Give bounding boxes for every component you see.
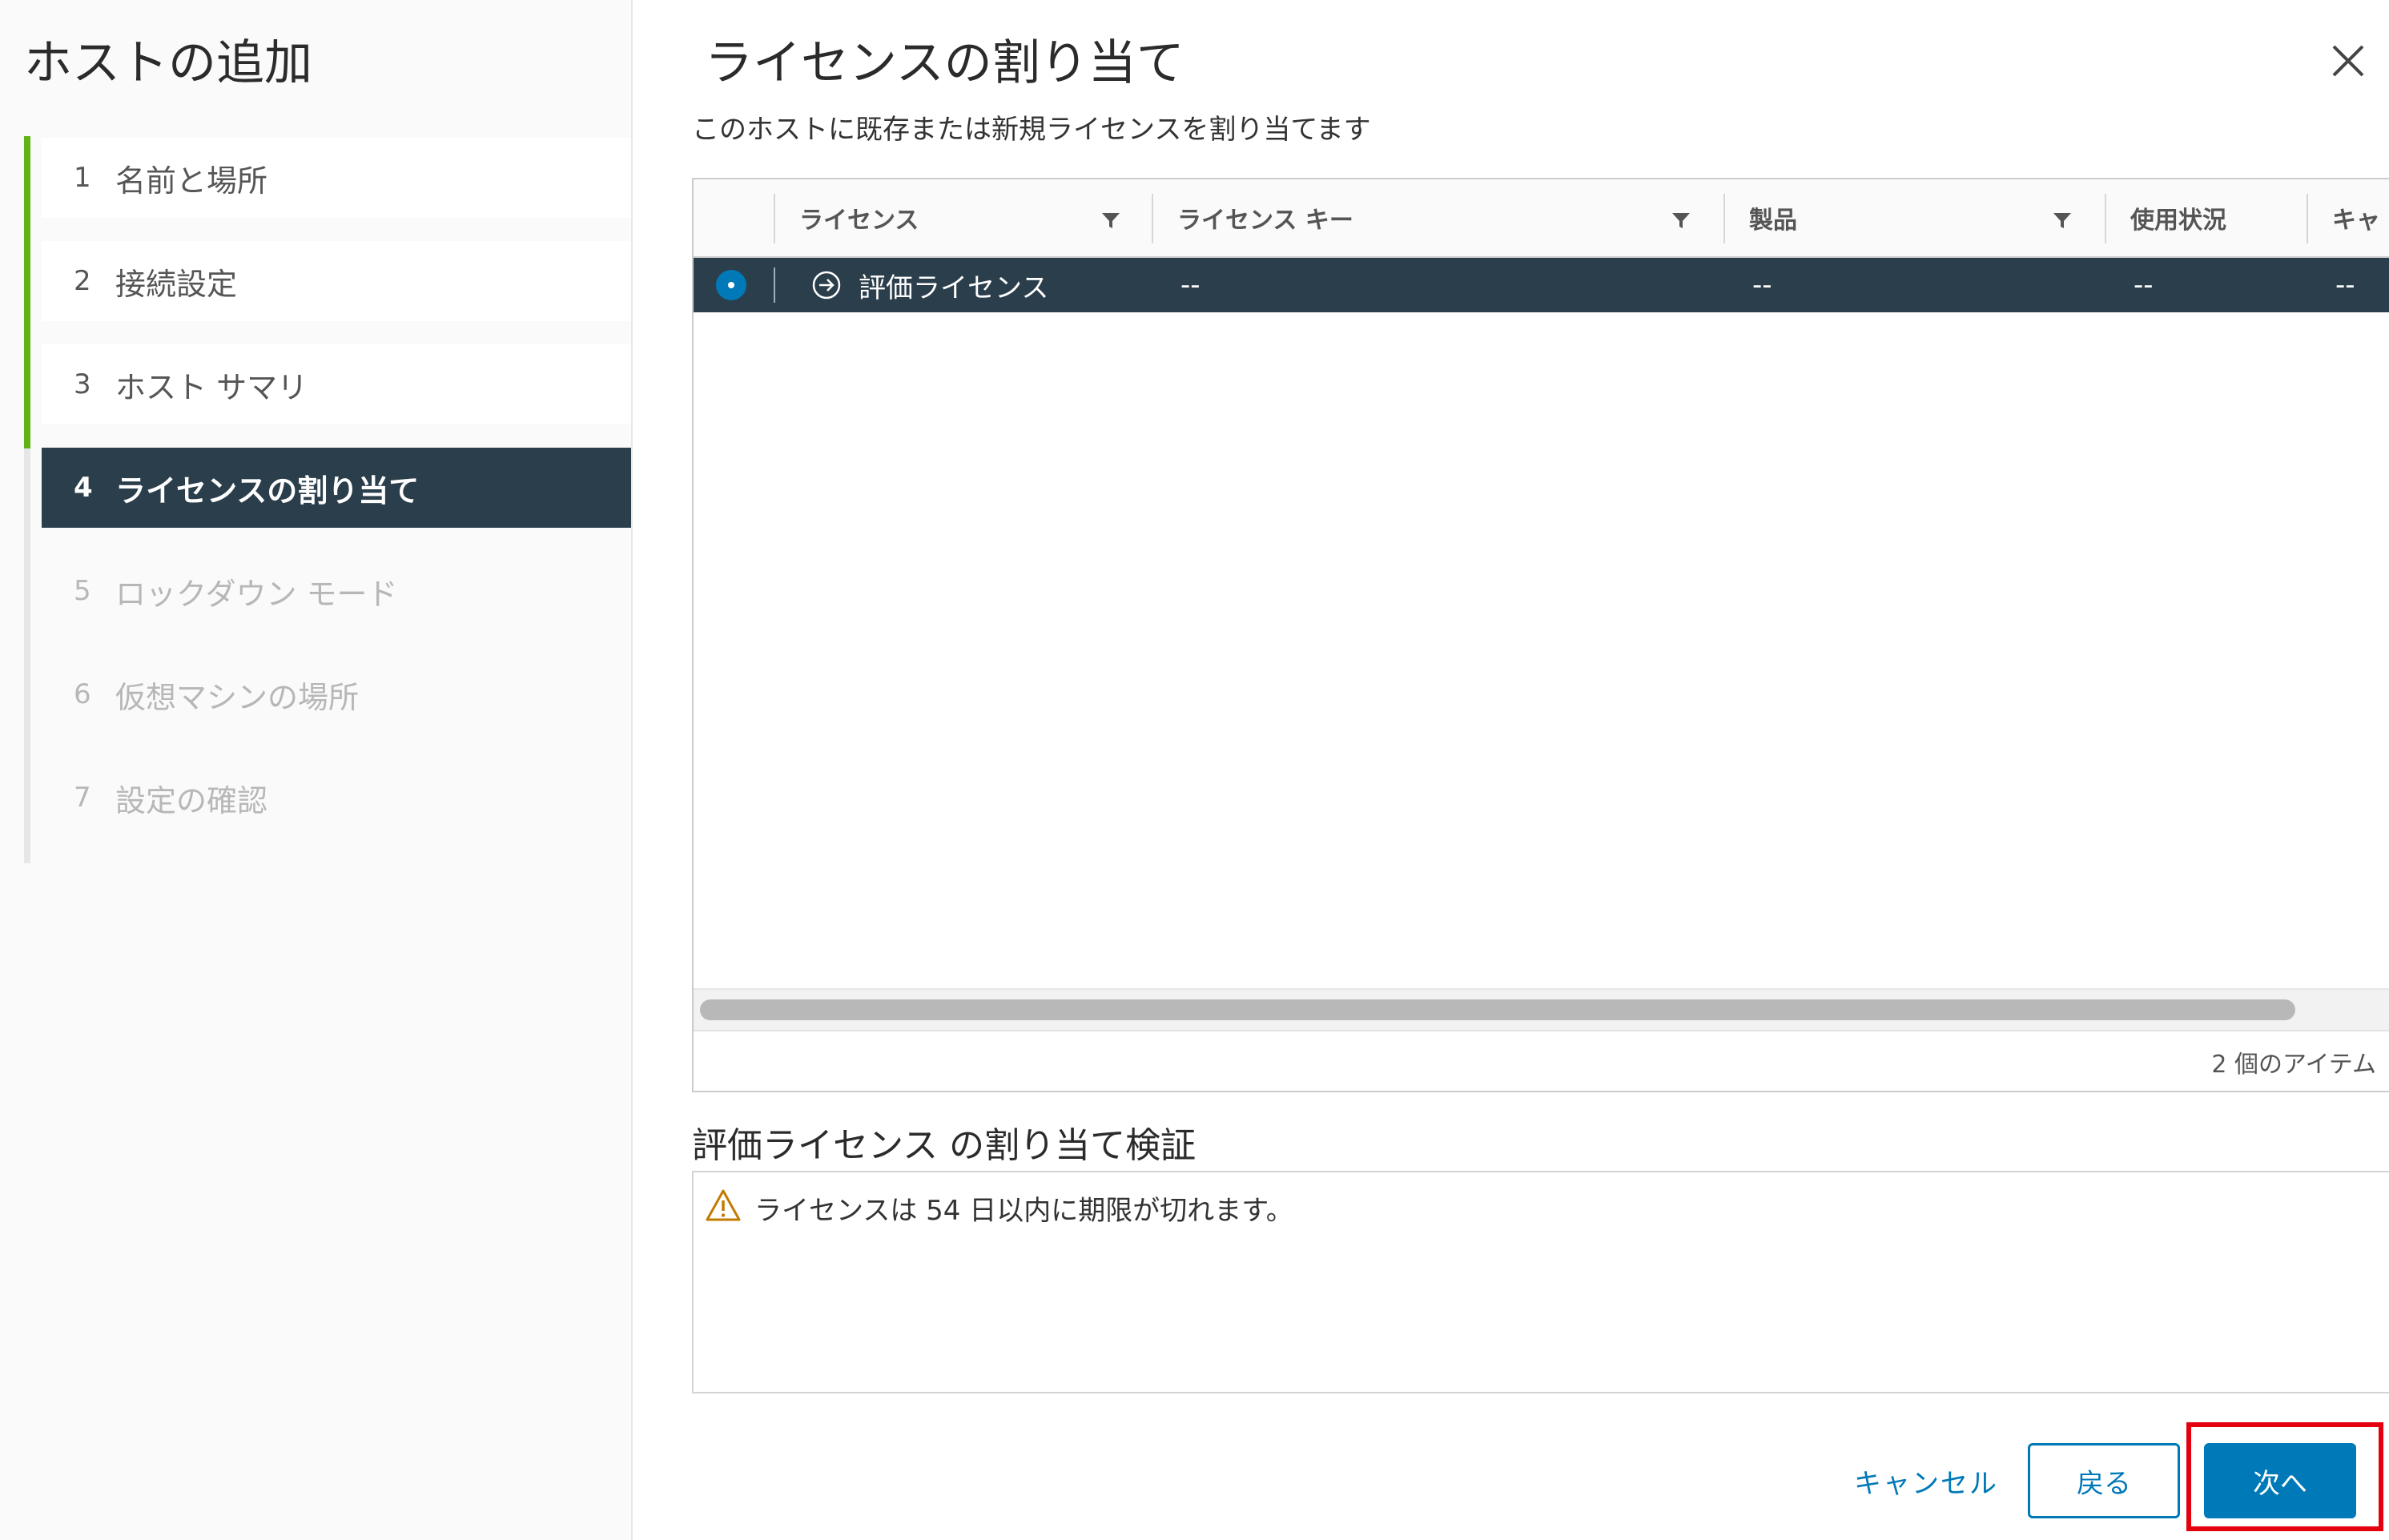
wizard-steps: 1 名前と場所 2 接続設定 3 ホスト サマリ 4 ライセンスの割り当て 5 … <box>42 138 631 861</box>
column-header-label: キャ <box>2332 207 2380 235</box>
filter-icon[interactable] <box>1100 210 1121 231</box>
cell-license-key: -- <box>1180 269 1201 301</box>
cell-capacity: -- <box>2335 269 2355 301</box>
scrollbar-thumb[interactable] <box>700 999 2295 1020</box>
grid-item-count: 2 個のアイテム <box>2211 1051 2376 1079</box>
step-number: 1 <box>74 162 91 194</box>
page-title: ライセンスの割り当て <box>705 35 1184 91</box>
next-button[interactable]: 次へ <box>2204 1443 2356 1518</box>
step-label: 設定の確認 <box>115 782 268 818</box>
cell-usage: -- <box>2134 269 2154 301</box>
step-name-location[interactable]: 1 名前と場所 <box>42 138 631 218</box>
step-host-summary[interactable]: 3 ホスト サマリ <box>42 344 631 424</box>
steps-progress-done <box>24 136 30 448</box>
step-label: ホスト サマリ <box>115 369 308 405</box>
wizard-title: ホストの追加 <box>24 35 312 91</box>
step-label: ライセンスの割り当て <box>115 472 420 509</box>
validation-message: ライセンスは 54 日以内に期限が切れます。 <box>754 1195 1293 1227</box>
row-select-radio[interactable] <box>716 270 746 300</box>
column-header-usage[interactable]: 使用状況 <box>2105 179 2307 256</box>
filter-icon[interactable] <box>2052 210 2073 231</box>
step-label: 名前と場所 <box>115 163 268 199</box>
cell-license: 評価ライセンス <box>859 271 1049 304</box>
step-number: 7 <box>74 782 91 814</box>
column-header-capacity[interactable]: キャ <box>2307 179 2389 256</box>
column-header-label: 製品 <box>1749 207 1797 235</box>
back-button[interactable]: 戻る <box>2028 1443 2180 1518</box>
warning-triangle-icon <box>706 1189 741 1221</box>
cell-product: -- <box>1752 269 1772 301</box>
step-number: 3 <box>74 368 91 400</box>
row-separator <box>774 267 775 303</box>
step-label: 接続設定 <box>115 266 238 302</box>
license-grid: ライセンス ライセンス キー 製品 使用状況 キャ 評価ライセンス -- -- … <box>692 178 2389 1092</box>
page-subtitle: このホストに既存または新規ライセンスを割り当てます <box>692 114 1371 146</box>
arrow-circle-right-icon[interactable] <box>810 269 843 301</box>
cancel-button[interactable]: キャンセル <box>1842 1443 2010 1518</box>
step-lockdown-mode: 5 ロックダウン モード <box>42 551 631 631</box>
add-host-wizard: ホストの追加 1 名前と場所 2 接続設定 3 ホスト サマリ 4 ライセンスの… <box>0 0 2389 1540</box>
close-icon[interactable] <box>2327 40 2369 82</box>
step-review-settings: 7 設定の確認 <box>42 758 631 838</box>
step-label: 仮想マシンの場所 <box>115 679 360 715</box>
column-header-label: 使用状況 <box>2130 207 2226 235</box>
column-header-license-key[interactable]: ライセンス キー <box>1152 179 1717 256</box>
step-connection-settings[interactable]: 2 接続設定 <box>42 241 631 321</box>
step-label: ロックダウン モード <box>115 576 398 612</box>
step-number: 5 <box>74 575 91 607</box>
column-header-license[interactable]: ライセンス <box>774 179 1152 256</box>
validation-panel: ライセンスは 54 日以内に期限が切れます。 <box>692 1171 2389 1393</box>
column-header-label: ライセンス キー <box>1177 207 1353 235</box>
step-number: 6 <box>74 678 91 710</box>
table-row[interactable]: 評価ライセンス -- -- -- -- <box>694 258 2389 312</box>
step-number: 4 <box>74 472 93 504</box>
filter-icon[interactable] <box>1671 210 1691 231</box>
step-vm-location: 6 仮想マシンの場所 <box>42 654 631 734</box>
radio-dot <box>728 282 734 288</box>
validation-title: 評価ライセンス の割り当て検証 <box>692 1125 1197 1166</box>
step-assign-license[interactable]: 4 ライセンスの割り当て <box>42 448 631 528</box>
step-number: 2 <box>74 265 91 297</box>
column-header-label: ライセンス <box>799 207 919 235</box>
horizontal-scrollbar[interactable] <box>694 988 2389 1031</box>
wizard-sidebar: ホストの追加 1 名前と場所 2 接続設定 3 ホスト サマリ 4 ライセンスの… <box>0 0 633 1540</box>
column-header-product[interactable]: 製品 <box>1723 179 2100 256</box>
grid-header: ライセンス ライセンス キー 製品 使用状況 キャ <box>694 179 2389 258</box>
